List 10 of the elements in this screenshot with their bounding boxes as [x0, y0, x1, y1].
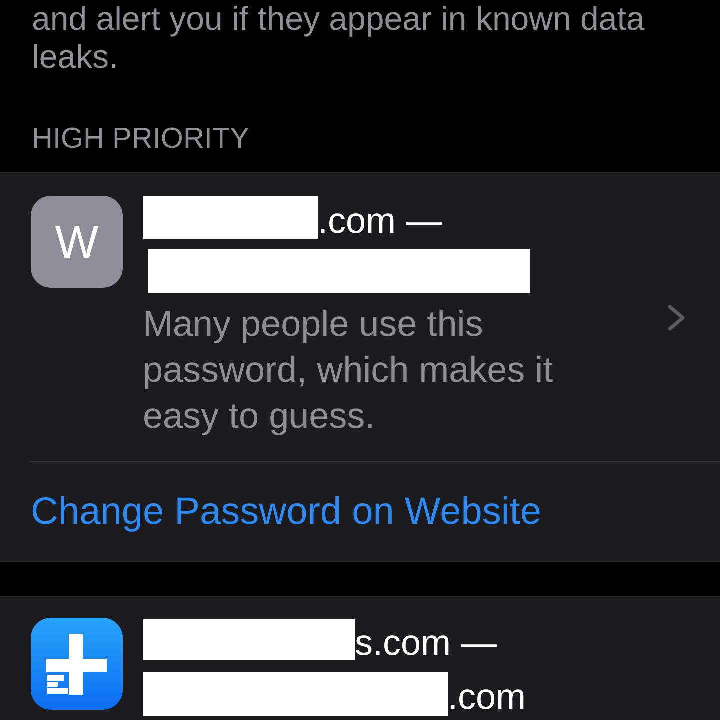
chevron-icon — [668, 304, 686, 330]
description-text: Many people use this password, which makes it easy to guess. — [143, 302, 554, 438]
monogram-icon: W — [31, 196, 123, 288]
intro-text: and alert you if they appear in known data leaks. — [31, 0, 646, 76]
section-header: HIGH PRIORITY — [31, 122, 251, 156]
site-name: s.com — — [355, 621, 498, 665]
site-name: .com — — [318, 199, 442, 243]
app-icon — [31, 618, 123, 710]
change-password-link[interactable]: Change Password on Website — [31, 490, 542, 534]
account-name: .com — [448, 675, 526, 719]
